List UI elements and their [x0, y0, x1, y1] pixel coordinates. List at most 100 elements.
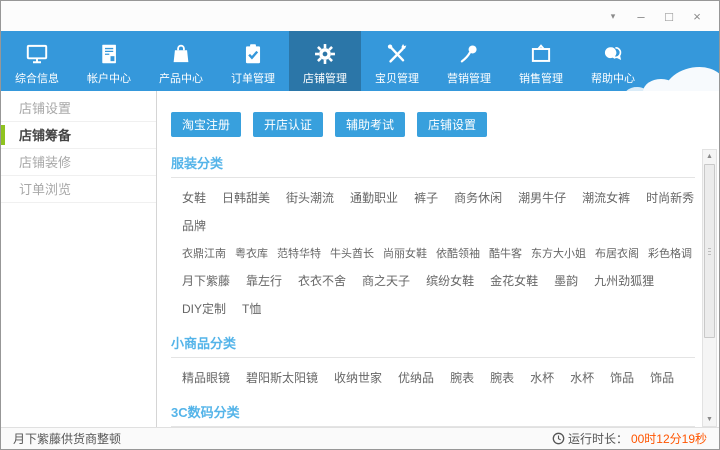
category-link[interactable]: 精品眼镜 [182, 369, 230, 386]
category-link[interactable]: 饰品 [610, 369, 634, 386]
shop-certification-button[interactable]: 开店认证 [253, 112, 324, 137]
category-link-row: 衣鼎江南粤衣库范特华特牛头酋长尚丽女鞋依酷领袖酷牛客东方大小姐布居衣阁彩色格调雅… [171, 245, 695, 261]
toolbar-item-sales-management[interactable]: 销售管理 [505, 31, 577, 91]
close-icon: × [693, 8, 701, 24]
category-link[interactable]: 饰品 [650, 369, 674, 386]
taobao-register-button[interactable]: 淘宝注册 [171, 112, 242, 137]
toolbar-item-marketing-management[interactable]: 营销管理 [433, 31, 505, 91]
maximize-button[interactable]: □ [655, 5, 683, 27]
content-area: 淘宝注册 开店认证 辅助考试 店铺设置 服装分类 女鞋 日韩甜美 街头潮流 通勤职业 裤子 商务休… [157, 91, 719, 427]
toolbar-item-label: 综合信息 [15, 72, 59, 85]
category-link[interactable]: 品牌 [182, 217, 206, 234]
id-document-icon [96, 40, 122, 68]
app-window: ▾ – □ × 综合信息 帐户中心 产品中心 订单管理 店铺管理 宝贝管理 营销管理 销售管理 帮助中… [0, 0, 720, 450]
category-link[interactable]: 墨韵 [554, 272, 578, 289]
scroll-down-icon[interactable]: ▼ [703, 413, 716, 426]
category-link[interactable]: 潮男牛仔 [518, 189, 566, 206]
category-link[interactable]: 女鞋 [182, 189, 206, 206]
toolbar-item-label: 帮助中心 [591, 72, 635, 85]
category-link[interactable]: 依酷领袖 [436, 245, 480, 261]
category-link[interactable]: 粤衣库 [235, 245, 268, 261]
category-link[interactable]: DIY定制 [182, 300, 226, 317]
category-link[interactable]: 范特华特 [277, 245, 321, 261]
category-link[interactable]: 商务休闲 [454, 189, 502, 206]
clipboard-icon [240, 40, 266, 68]
window-controls: ▾ – □ × [599, 5, 711, 27]
category-sections: 服装分类 女鞋 日韩甜美 街头潮流 通勤职业 裤子 商务休闲 潮男牛仔 潮流女裤 时尚新秀 品牌 衣鼎… [171, 153, 695, 427]
chevron-down-icon: ▾ [610, 10, 616, 21]
runtime-indicator: 运行时长： 00时12分19秒 [552, 430, 707, 447]
toolbar-item-item-management[interactable]: 宝贝管理 [361, 31, 433, 91]
toolbar-item-label: 帐户中心 [87, 72, 131, 85]
toolbar-item-label: 销售管理 [519, 72, 563, 85]
scroll-up-icon[interactable]: ▲ [703, 150, 716, 163]
category-link[interactable]: 牛头酋长 [330, 245, 374, 261]
titlebar: ▾ – □ × [1, 1, 719, 31]
category-link-row: DIY定制 T恤 [171, 300, 695, 317]
toolbar-item-account-center[interactable]: 帐户中心 [73, 31, 145, 91]
category-link[interactable]: 月下紫藤 [182, 272, 230, 289]
category-link[interactable]: 水杯 [570, 369, 594, 386]
category-link[interactable]: 尚丽女鞋 [383, 245, 427, 261]
maximize-icon: □ [665, 8, 673, 24]
category-link[interactable]: 靠左行 [246, 272, 282, 289]
category-link[interactable]: 时尚新秀 [646, 189, 694, 206]
category-link[interactable]: 潮流女裤 [582, 189, 630, 206]
gear-icon [312, 40, 338, 68]
category-link[interactable]: 商之天子 [362, 272, 410, 289]
category-link[interactable]: 街头潮流 [286, 189, 334, 206]
category-link[interactable]: 九州劲狐狸 [594, 272, 654, 289]
shop-settings-button[interactable]: 店铺设置 [417, 112, 488, 137]
toolbar-item-label: 宝贝管理 [375, 72, 419, 85]
shopping-bag-icon [168, 40, 194, 68]
category-link[interactable]: T恤 [242, 300, 261, 317]
toolbar-item-help-center[interactable]: 帮助中心 [577, 31, 649, 91]
category-link[interactable]: 缤纷女鞋 [426, 272, 474, 289]
toolbar-item-shop-management[interactable]: 店铺管理 [289, 31, 361, 91]
toolbar-item-order-management[interactable]: 订单管理 [217, 31, 289, 91]
category-link[interactable]: 裤子 [414, 189, 438, 206]
sidebar-item-shop-settings[interactable]: 店铺设置 [1, 95, 156, 122]
sidebar-item-order-browse[interactable]: 订单浏览 [1, 176, 156, 203]
category-link[interactable]: 腕表 [490, 369, 514, 386]
category-link[interactable]: 日韩甜美 [222, 189, 270, 206]
sidebar: 店铺设置 店铺筹备 店铺装修 订单浏览 [1, 91, 157, 427]
category-link[interactable]: 碧阳斯太阳镜 [246, 369, 318, 386]
tools-icon [384, 40, 410, 68]
quick-action-buttons: 淘宝注册 开店认证 辅助考试 店铺设置 [171, 112, 719, 137]
section-title: 小商品分类 [171, 333, 695, 358]
sidebar-item-shop-decoration[interactable]: 店铺装修 [1, 149, 156, 176]
category-link[interactable]: 布居衣阁 [595, 245, 639, 261]
main-toolbar: 综合信息 帐户中心 产品中心 订单管理 店铺管理 宝贝管理 营销管理 销售管理 帮助中心 [1, 31, 719, 91]
minimize-button[interactable]: – [627, 5, 655, 27]
runtime-value: 00时12分19秒 [630, 432, 707, 446]
category-link[interactable]: 酷牛客 [489, 245, 522, 261]
toolbar-item-product-center[interactable]: 产品中心 [145, 31, 217, 91]
skin-menu-button[interactable]: ▾ [599, 5, 627, 27]
sidebar-item-shop-preparation[interactable]: 店铺筹备 [1, 122, 156, 149]
category-link[interactable]: 通勤职业 [350, 189, 398, 206]
category-link[interactable]: 东方大小姐 [531, 245, 586, 261]
assist-exam-button[interactable]: 辅助考试 [335, 112, 406, 137]
category-link[interactable]: 金花女鞋 [490, 272, 538, 289]
category-link[interactable]: 水杯 [530, 369, 554, 386]
category-link[interactable]: 衣鼎江南 [182, 245, 226, 261]
runtime-label: 运行时长： [567, 432, 628, 446]
category-link[interactable]: 彩色格调 [648, 245, 692, 261]
monitor-icon [24, 40, 50, 68]
clock-icon [552, 432, 565, 445]
category-link-row: 月下紫藤 靠左行 衣衣不舍 商之天子 缤纷女鞋 金花女鞋 墨韵 九州劲狐狸 [171, 272, 695, 289]
scrollbar-thumb[interactable] [704, 164, 715, 338]
status-message: 月下紫藤供货商整顿 [13, 432, 122, 446]
toolbar-item-general-info[interactable]: 综合信息 [1, 31, 73, 91]
chat-bubbles-icon [600, 40, 626, 68]
category-link[interactable]: 腕表 [450, 369, 474, 386]
minimize-icon: – [637, 8, 645, 24]
close-button[interactable]: × [683, 5, 711, 27]
category-link[interactable]: 优纳品 [398, 369, 434, 386]
category-link[interactable]: 收纳世家 [334, 369, 382, 386]
vertical-scrollbar[interactable]: ▲ ▼ [702, 149, 717, 427]
category-link[interactable]: 衣衣不舍 [298, 272, 346, 289]
cloud-decoration [625, 67, 719, 91]
storefront-sign-icon [528, 40, 554, 68]
